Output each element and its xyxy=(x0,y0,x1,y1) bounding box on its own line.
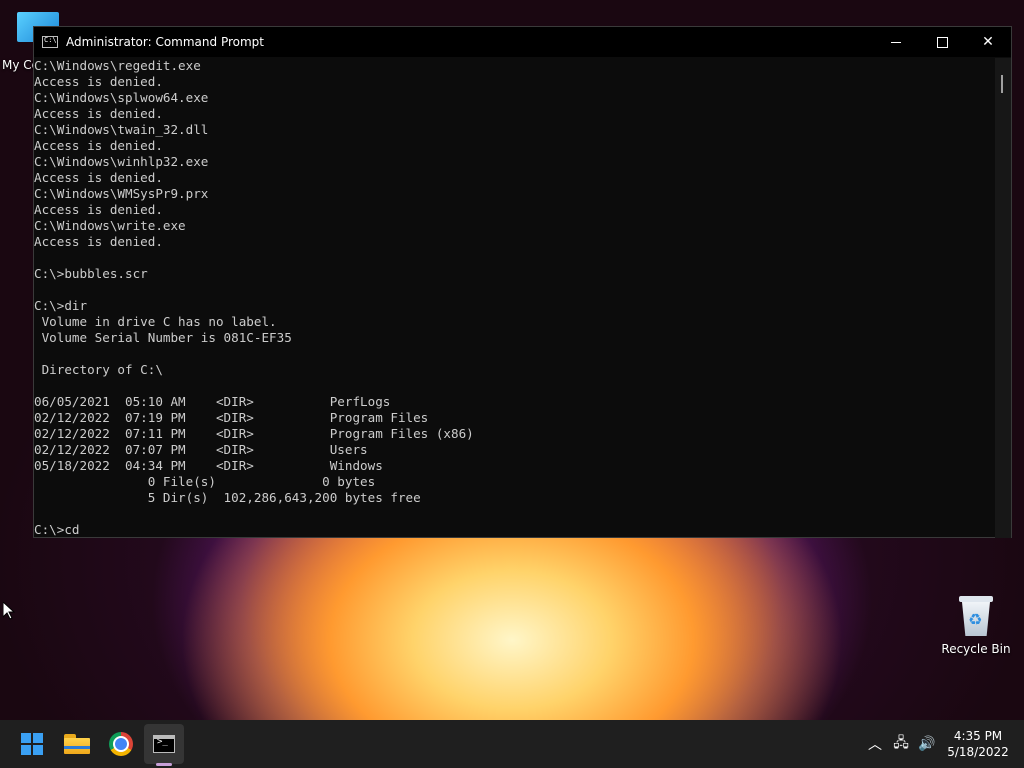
minimize-button[interactable] xyxy=(873,27,919,57)
console-line: Directory of C:\ xyxy=(34,362,163,377)
command-prompt-window[interactable]: Administrator: Command Prompt ✕ C:\Windo… xyxy=(33,26,1012,538)
clock-time: 4:35 PM xyxy=(953,729,1003,743)
command-prompt-icon: >_ xyxy=(153,735,175,753)
console-line: Access is denied. xyxy=(34,106,163,121)
console-line: Volume in drive C has no label. xyxy=(34,314,277,329)
console-line: C:\>bubbles.scr xyxy=(34,266,148,281)
folder-icon xyxy=(64,734,90,754)
start-button[interactable] xyxy=(12,724,52,764)
taskbar: >_ ︿ 🖧 🔊 4:35 PM 5/18/2022 xyxy=(0,720,1024,768)
active-app-indicator xyxy=(156,763,172,766)
console-line: C:\Windows\splwow64.exe xyxy=(34,90,209,105)
console-line: 02/12/2022 07:19 PM <DIR> Program Files xyxy=(34,410,429,425)
console-line: 0 File(s) 0 bytes xyxy=(34,474,376,489)
show-hidden-icons-chevron-icon[interactable]: ︿ xyxy=(862,734,888,754)
console-line: 05/18/2022 04:34 PM <DIR> Windows xyxy=(34,458,383,473)
window-controls: ✕ xyxy=(873,27,1011,57)
minimize-icon xyxy=(891,41,901,43)
system-tray: ︿ 🖧 🔊 xyxy=(862,720,940,768)
vertical-scrollbar[interactable] xyxy=(995,58,1011,538)
title-bar[interactable]: Administrator: Command Prompt ✕ xyxy=(34,27,1011,57)
cmd-window-icon[interactable] xyxy=(42,36,58,48)
file-explorer-button[interactable] xyxy=(57,724,97,764)
console-line: Volume Serial Number is 081C-EF35 xyxy=(34,330,292,345)
volume-icon[interactable]: 🔊 xyxy=(914,736,940,752)
console-line: Access is denied. xyxy=(34,170,163,185)
recycle-bin-desktop-icon[interactable]: ♻ Recycle Bin xyxy=(940,596,1012,656)
console-output[interactable]: C:\Windows\regedit.exe Access is denied. C… xyxy=(34,58,996,538)
console-line: C:\Windows\regedit.exe xyxy=(34,58,201,73)
console-line: C:\>cd xyxy=(34,522,80,537)
close-button[interactable]: ✕ xyxy=(965,27,1011,57)
console-line: C:\Windows\winhlp32.exe xyxy=(34,154,209,169)
windows-logo-icon xyxy=(21,733,43,755)
console-line: Access is denied. xyxy=(34,234,163,249)
maximize-button[interactable] xyxy=(919,27,965,57)
console-line: Access is denied. xyxy=(34,138,163,153)
recycle-bin-label: Recycle Bin xyxy=(941,642,1011,656)
console-line: Access is denied. xyxy=(34,74,163,89)
window-title: Administrator: Command Prompt xyxy=(66,35,264,49)
chrome-icon xyxy=(109,732,133,756)
console-line: 06/05/2021 05:10 AM <DIR> PerfLogs xyxy=(34,394,391,409)
console-line: Access is denied. xyxy=(34,202,163,217)
taskbar-clock[interactable]: 4:35 PM 5/18/2022 xyxy=(944,728,1012,760)
scrollbar-thumb[interactable] xyxy=(1001,75,1003,93)
recycle-bin-icon: ♻ xyxy=(959,596,993,636)
console-line: 5 Dir(s) 102,286,643,200 bytes free xyxy=(34,490,421,505)
maximize-icon xyxy=(936,36,948,48)
network-icon[interactable]: 🖧 xyxy=(888,732,914,756)
clock-date: 5/18/2022 xyxy=(947,745,1009,759)
console-line: C:\Windows\write.exe xyxy=(34,218,186,233)
console-line: 02/12/2022 07:11 PM <DIR> Program Files … xyxy=(34,426,474,441)
command-prompt-taskbar-button[interactable]: >_ xyxy=(144,724,184,764)
chrome-button[interactable] xyxy=(101,724,141,764)
console-line: C:\>dir xyxy=(34,298,88,313)
console-line: C:\Windows\WMSysPr9.prx xyxy=(34,186,209,201)
console-line: 02/12/2022 07:07 PM <DIR> Users xyxy=(34,442,368,457)
close-icon: ✕ xyxy=(982,34,994,50)
console-line: C:\Windows\twain_32.dll xyxy=(34,122,209,137)
